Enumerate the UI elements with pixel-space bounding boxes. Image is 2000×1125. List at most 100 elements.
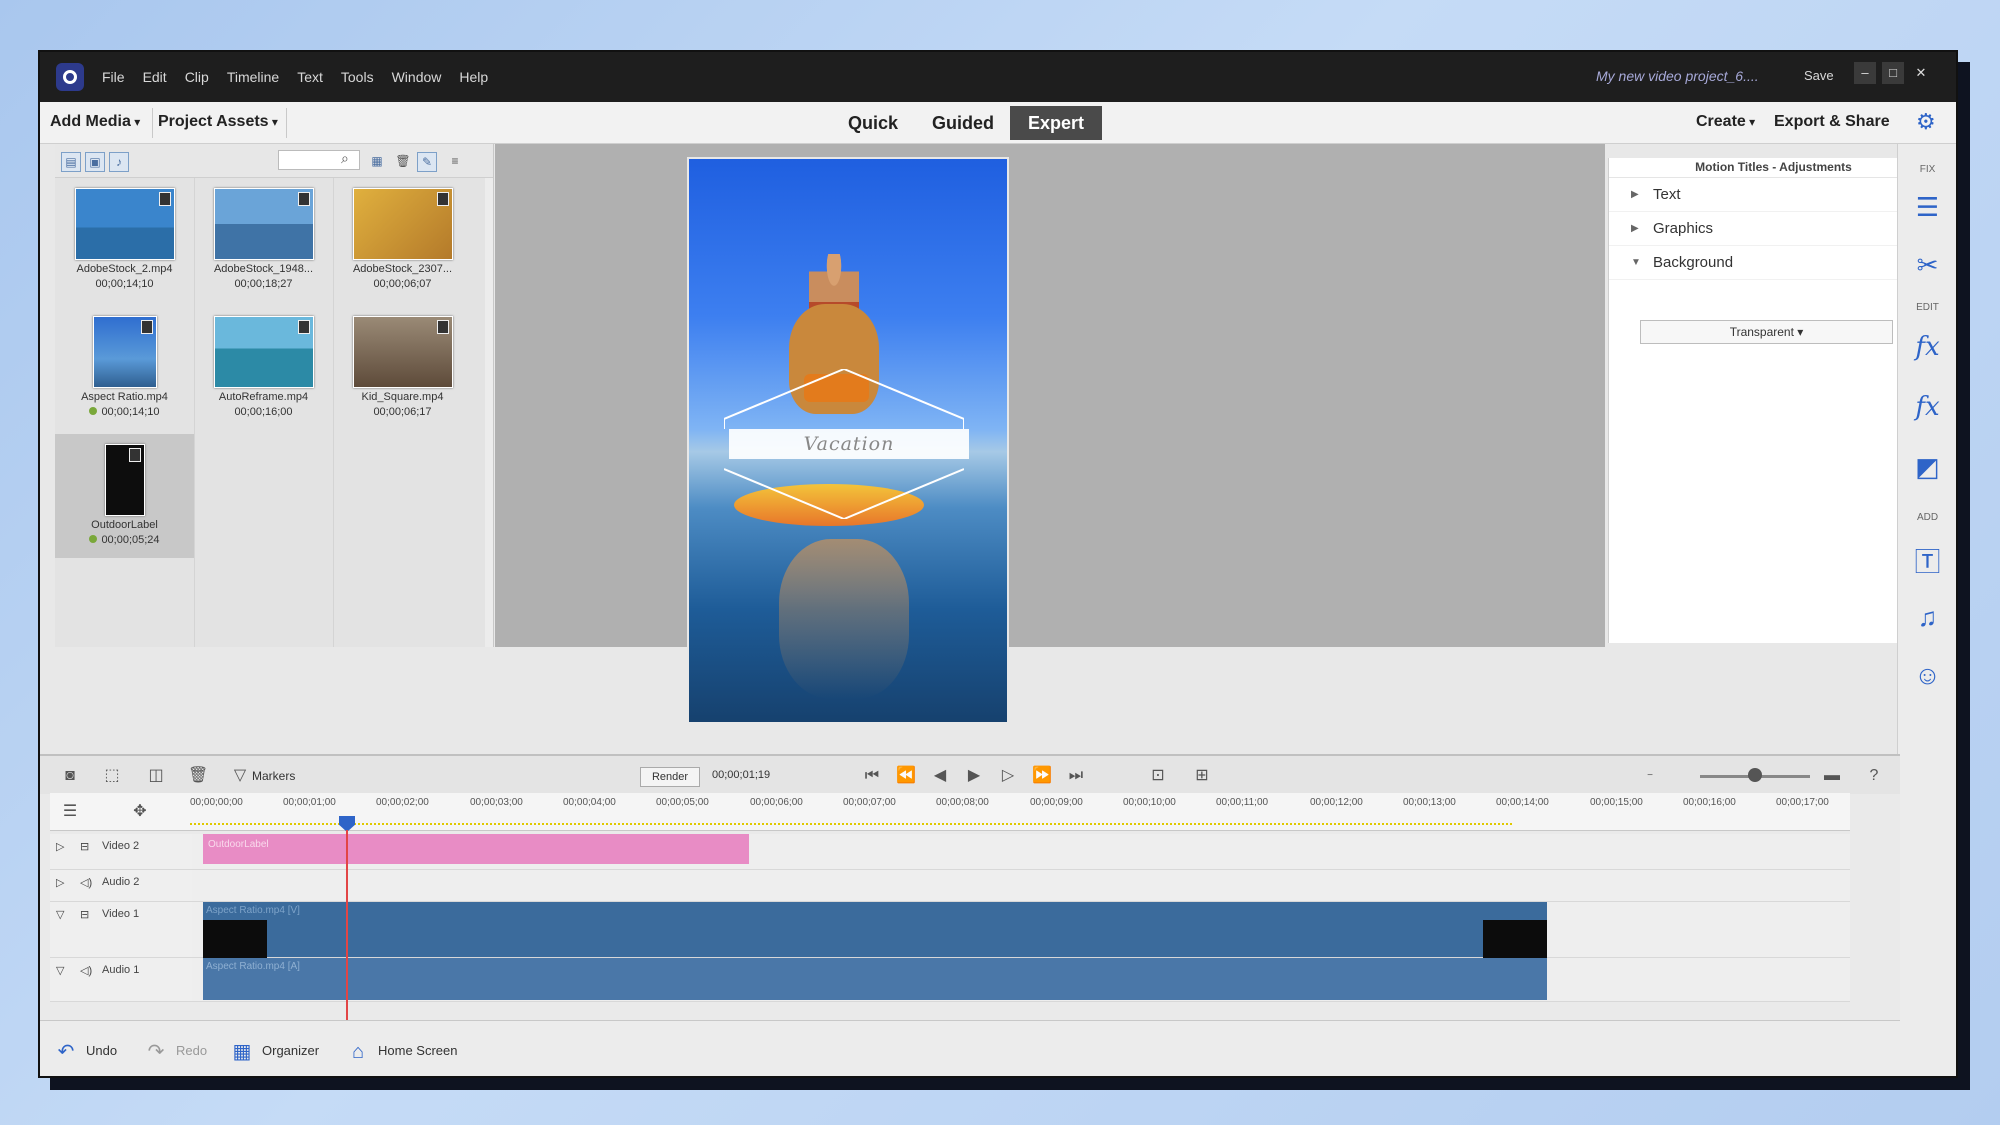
tools-icon[interactable]: ✂ [1898,250,1956,281]
preview-frame[interactable]: Vacation [687,157,1009,724]
play-icon[interactable]: ▶ [964,766,984,786]
menu-tools[interactable]: Tools [341,69,374,85]
pin-icon[interactable]: ✎ [417,152,437,172]
undo-button[interactable]: ↶ Undo [54,1039,117,1063]
trash-icon[interactable]: 🗑 [188,766,208,786]
rewind-icon[interactable]: ⏪ [896,766,916,786]
preview-video: Vacation [687,157,1009,724]
list-view-icon[interactable]: ≡ [445,152,465,172]
asset-thumbnail [92,316,157,388]
playhead[interactable] [346,830,348,1050]
fast-forward-icon[interactable]: ⏩ [1032,766,1052,786]
resize-icon[interactable]: ⬚ [102,766,122,786]
render-button[interactable]: Render [640,767,700,787]
render-preview-icon[interactable]: ⊡ [1148,766,1168,786]
asset-item[interactable]: AdobeStock_2.mp4 00;00;14;10 [55,178,194,306]
delete-icon[interactable]: 🗑 [393,152,413,172]
timeline-toolbar: ◙ ⬚ ◫ 🗑 ▽ Markers Render 00;00;01;19 ⏮ ⏪… [40,754,1900,794]
step-forward-icon[interactable]: ▷ [998,766,1018,786]
export-share-button[interactable]: Export & Share [1774,113,1890,131]
fullscreen-icon[interactable]: ⊞ [1192,766,1212,786]
minimize-button[interactable]: – [1854,62,1876,84]
asset-item[interactable]: AdobeStock_2307... 00;00;06;07 [333,178,472,306]
transitions-icon[interactable]: ◩ [1898,452,1956,483]
effects-icon[interactable]: fx [1898,392,1956,422]
assets-toolbar: ▤ ▣ ♪ ⌕ ▦ 🗑 ✎ ≡ [55,144,493,178]
split-icon[interactable]: ◫ [146,766,166,786]
menu-edit[interactable]: Edit [143,69,167,85]
tab-expert[interactable]: Expert [1010,106,1103,140]
section-graphics[interactable]: ▶ Graphics [1609,212,1938,246]
create-dropdown[interactable]: Create [1696,113,1755,131]
zoom-out-icon[interactable]: − [1640,766,1660,786]
project-assets-dropdown[interactable]: Project Assets [158,113,278,131]
close-button[interactable]: ✕ [1910,62,1932,84]
applied-effects-icon[interactable]: fx [1898,332,1956,362]
track-options-icon[interactable]: ☰ [60,802,80,822]
section-background[interactable]: ▼ Background [1609,246,1938,280]
track-header: ▷ ⊟ Video 2 [50,834,192,869]
clip-aspect-ratio-video[interactable]: Aspect Ratio.mp4 [V] [203,902,1547,957]
image-filter-icon[interactable]: ▣ [85,152,105,172]
project-title: My new video project_6.... [1596,68,1759,84]
redo-button[interactable]: ↷ Redo [144,1039,207,1063]
menu-clip[interactable]: Clip [185,69,209,85]
track-video2: ▷ ⊟ Video 2 OutdoorLabel [50,834,1850,870]
add-label: ADD [1916,512,1939,523]
menu-timeline[interactable]: Timeline [227,69,279,85]
go-to-end-icon[interactable]: ⏭ [1066,766,1086,786]
asset-item-selected[interactable]: OutdoorLabel 00;00;05;24 [55,434,194,558]
clip-thumbnail-start [203,920,267,958]
settings-gear-icon[interactable]: ⚙ [1916,111,1938,133]
in-use-dot-icon [89,535,98,543]
search-icon[interactable]: ⌕ [341,150,349,167]
menu-window[interactable]: Window [392,69,442,85]
save-button[interactable]: Save [1804,68,1834,83]
app-window: File Edit Clip Timeline Text Tools Windo… [38,50,1958,1078]
assets-scrollbar[interactable] [485,178,493,647]
camera-icon[interactable]: ◙ [60,766,80,786]
video-filter-icon[interactable]: ▤ [61,152,81,172]
add-media-dropdown[interactable]: Add Media [50,113,140,131]
track-audio1: ▽ ◁) Audio 1 Aspect Ratio.mp4 [A] [50,958,1850,1002]
menu-file[interactable]: File [102,69,125,85]
marker-icon[interactable]: ▽ [230,766,250,786]
graphics-smiley-icon[interactable]: ☺ [1898,660,1956,691]
asset-item[interactable]: AutoReframe.mp4 00;00;16;00 [194,306,333,434]
go-to-start-icon[interactable]: ⏮ [862,766,882,786]
help-icon[interactable]: ? [1864,766,1884,786]
background-dropdown[interactable]: Transparent [1640,320,1893,344]
organizer-icon: ▦ [232,1040,252,1063]
app-logo-icon [56,63,84,91]
section-text[interactable]: ▶ Text [1609,178,1938,212]
asset-item[interactable]: Kid_Square.mp4 00;00;06;17 [333,306,472,434]
markers-dropdown[interactable]: Markers [252,769,295,783]
menu-help[interactable]: Help [459,69,488,85]
adjustments-icon[interactable]: ☰ [1898,192,1956,223]
zoom-slider-knob[interactable] [1748,768,1762,782]
main-toolbar: Add Media Project Assets Quick Guided Ex… [40,102,1956,144]
clip-outdoorlabel[interactable]: OutdoorLabel [203,834,749,864]
time-ruler[interactable]: 00;00;00;00 00;00;01;00 00;00;02;00 00;0… [190,793,1870,831]
track-header: ▷ ◁) Audio 2 [50,870,192,901]
home-screen-button[interactable]: ⌂ Home Screen [346,1039,458,1063]
menu-text[interactable]: Text [297,69,323,85]
step-back-icon[interactable]: ◀ [930,766,950,786]
view-icon[interactable]: ▦ [367,152,387,172]
music-icon[interactable]: ♫ [1898,602,1956,633]
tab-guided[interactable]: Guided [914,106,1012,140]
monitor-panel: Vacation [495,144,1605,724]
organizer-button[interactable]: ▦ Organizer [230,1039,320,1063]
clip-aspect-ratio-audio[interactable]: Aspect Ratio.mp4 [A] [203,958,1547,1000]
asset-item[interactable]: Aspect Ratio.mp4 00;00;14;10 [55,306,194,434]
maximize-button[interactable]: □ [1882,62,1904,84]
titles-text-icon[interactable]: 🅃 [1898,542,1956,579]
snap-icon[interactable]: ✥ [130,802,150,822]
asset-item[interactable]: AdobeStock_1948... 00;00;18;27 [194,178,333,306]
title-text[interactable]: Vacation [729,429,969,459]
in-use-dot-icon [89,407,98,415]
tab-quick[interactable]: Quick [830,106,916,140]
track-header: ▽ ⊟ Video 1 [50,902,192,957]
zoom-in-icon[interactable]: ▬ [1822,766,1842,786]
audio-filter-icon[interactable]: ♪ [109,152,129,172]
